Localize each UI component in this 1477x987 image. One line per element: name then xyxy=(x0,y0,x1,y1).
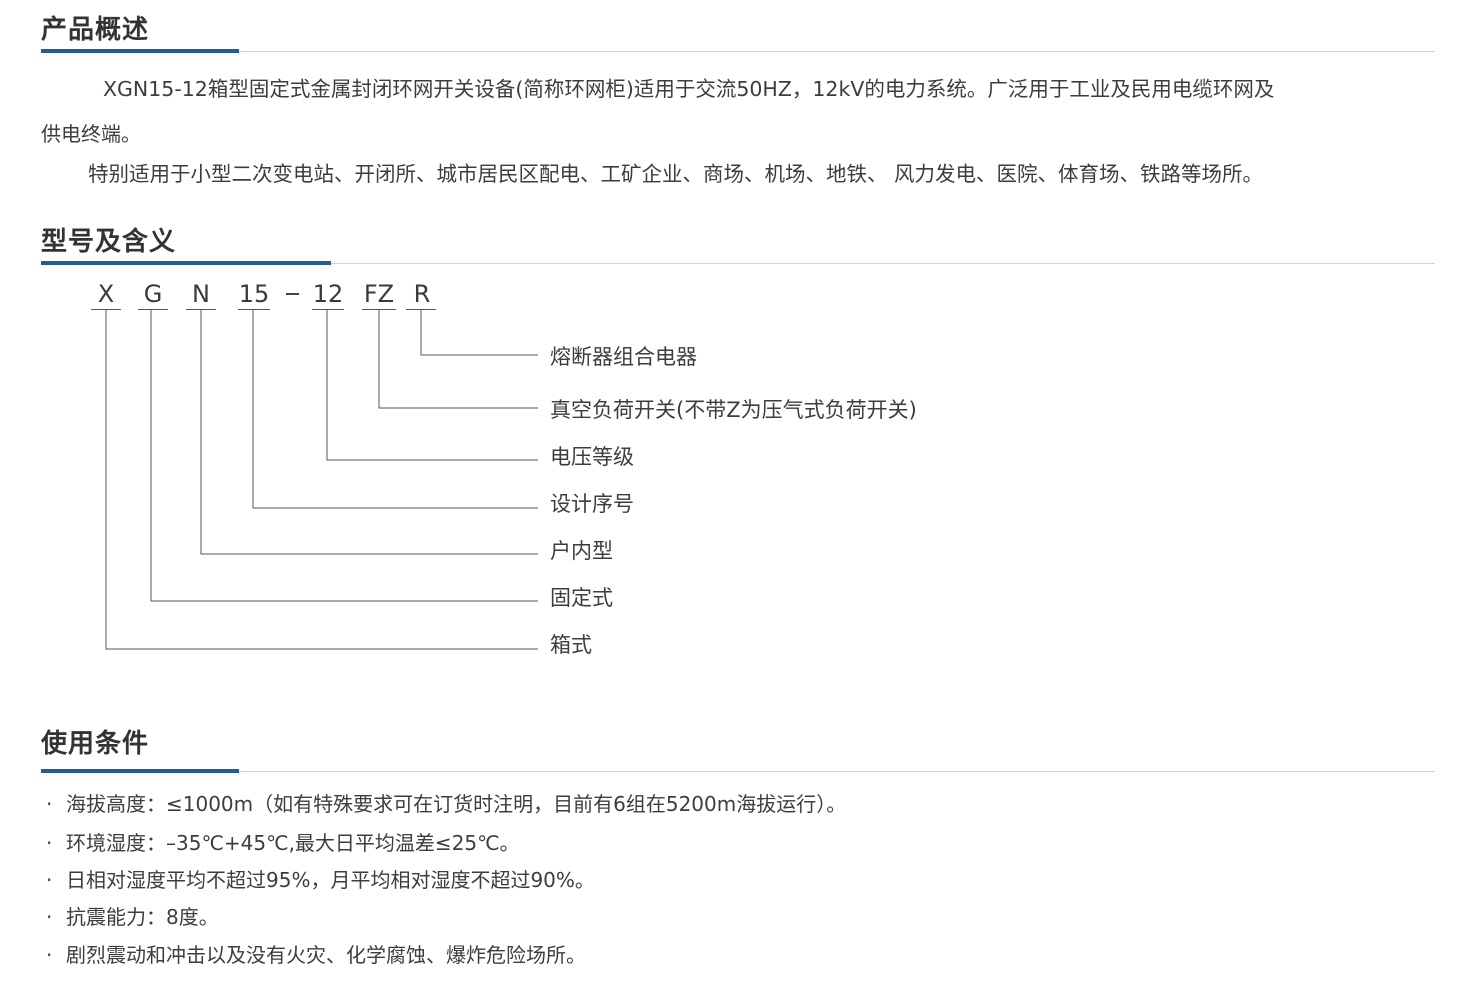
condition-text-temperature: 环境湿度：–35℃+45℃,最大日平均温差≤25℃。 xyxy=(66,831,520,855)
section-accent-bar xyxy=(41,769,239,773)
bullet: · xyxy=(46,831,53,855)
condition-text-seismic: 抗震能力：8度。 xyxy=(66,905,219,929)
meaning-label-fixed: 固定式 xyxy=(550,586,613,610)
meaning-label-indoor: 户内型 xyxy=(550,539,613,563)
condition-text-altitude: 海拔高度：≤1000m（如有特殊要求可在订货时注明，目前有6组在5200m海拔运… xyxy=(66,792,847,816)
condition-item: · 日相对湿度平均不超过95%，月平均相对湿度不超过90%。 xyxy=(46,867,595,893)
bullet: · xyxy=(46,943,53,967)
section-conditions-header: 使用条件 xyxy=(41,728,1435,773)
condition-item: · 海拔高度：≤1000m（如有特殊要求可在订货时注明，目前有6组在5200m海拔… xyxy=(46,791,846,817)
leader-x xyxy=(105,309,538,650)
condition-item: · 抗震能力：8度。 xyxy=(46,904,219,930)
condition-item: · 环境湿度：–35℃+45℃,最大日平均温差≤25℃。 xyxy=(46,830,520,856)
leader-g xyxy=(150,309,538,602)
bullet: · xyxy=(46,868,53,892)
bullet: · xyxy=(46,792,53,816)
section-title-conditions: 使用条件 xyxy=(41,729,150,759)
condition-text-environment: 剧烈震动和冲击以及没有火灾、化学腐蚀、爆炸危险场所。 xyxy=(66,943,586,967)
condition-item: · 剧烈震动和冲击以及没有火灾、化学腐蚀、爆炸危险场所。 xyxy=(46,942,586,968)
leader-r xyxy=(420,309,538,356)
meaning-label-vacuum-switch: 真空负荷开关(不带Z为压气式负荷开关) xyxy=(550,398,917,422)
meaning-label-design-number: 设计序号 xyxy=(550,492,634,516)
section-divider xyxy=(41,771,1435,772)
meaning-label-voltage: 电压等级 xyxy=(550,445,634,469)
leader-12 xyxy=(326,309,538,461)
meaning-label-box: 箱式 xyxy=(550,633,592,657)
meaning-label-fuse: 熔断器组合电器 xyxy=(550,345,697,369)
leader-fz xyxy=(378,309,538,409)
condition-text-humidity: 日相对湿度平均不超过95%，月平均相对湿度不超过90%。 xyxy=(66,868,595,892)
bullet: · xyxy=(46,905,53,929)
leader-n xyxy=(200,309,538,555)
